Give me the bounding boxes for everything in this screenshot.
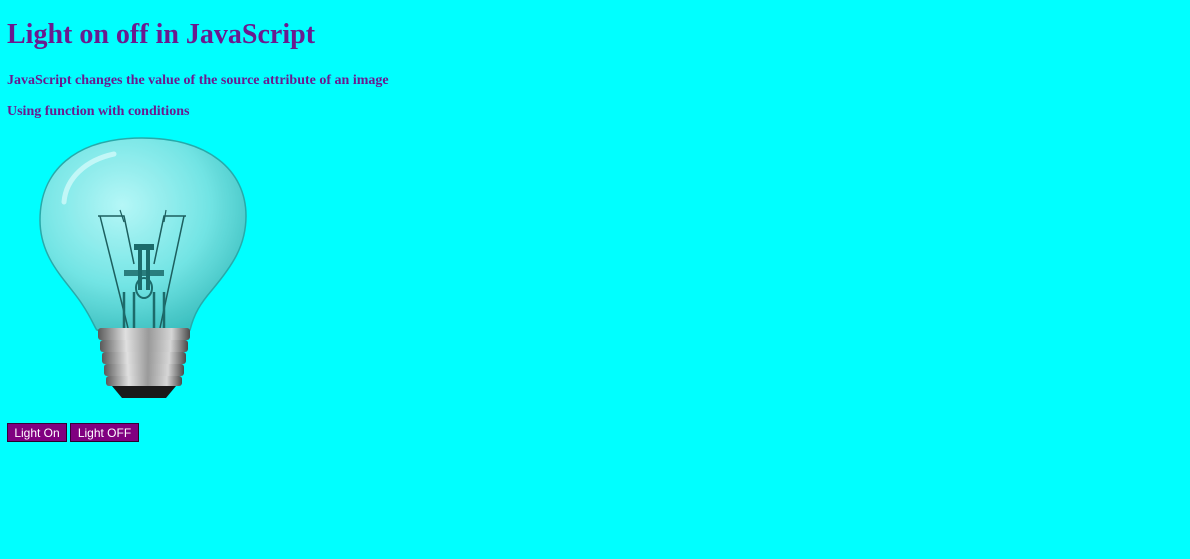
lightbulb-image <box>24 132 264 404</box>
light-off-button[interactable]: Light OFF <box>70 423 139 442</box>
page-title: Light on off in JavaScript <box>7 19 316 50</box>
light-on-button[interactable]: Light On <box>7 423 67 442</box>
method-text: Using function with conditions <box>7 104 190 119</box>
lightbulb-off-icon <box>39 137 247 398</box>
description-text: JavaScript changes the value of the sour… <box>7 73 389 88</box>
